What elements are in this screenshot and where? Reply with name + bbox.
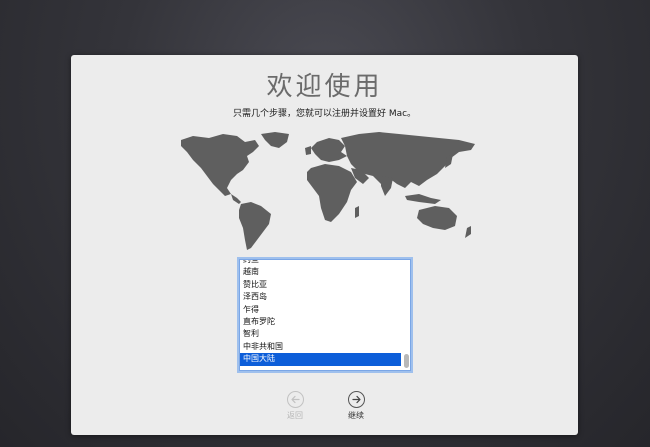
country-list-item-selected[interactable]: 中国大陆 (240, 353, 401, 366)
country-list-item[interactable]: 泽西岛 (240, 291, 401, 303)
country-list-item[interactable]: 直布罗陀 (240, 316, 401, 328)
page-subtitle: 只需几个步骤，您就可以注册并设置好 Mac。 (232, 109, 417, 119)
back-circle (286, 391, 304, 408)
arrow-left-icon (290, 395, 300, 404)
list-scrollbar[interactable] (404, 262, 409, 368)
setup-assistant-panel: 欢迎使用 只需几个步骤，您就可以注册并设置好 Mac。 约旦 越南 赞比亚 泽西… (71, 55, 578, 435)
country-list-item[interactable]: 越南 (240, 266, 401, 278)
back-label: 返回 (287, 411, 303, 420)
country-list-item[interactable]: 赞比亚 (240, 279, 401, 291)
country-list[interactable]: 约旦 越南 赞比亚 泽西岛 乍得 直布罗陀 智利 中非共和国 中国大陆 (239, 259, 411, 371)
country-list-item[interactable]: 约旦 (240, 260, 401, 266)
arrow-right-icon (351, 395, 361, 404)
continue-button[interactable]: 继续 (336, 391, 376, 421)
continue-label: 继续 (348, 411, 364, 420)
country-list-item[interactable]: 智利 (240, 328, 401, 340)
continue-circle (347, 391, 365, 408)
country-list-items: 约旦 越南 赞比亚 泽西岛 乍得 直布罗陀 智利 中非共和国 中国大陆 (240, 260, 401, 366)
page-title: 欢迎使用 (266, 72, 383, 102)
world-map-image (181, 132, 475, 250)
list-scroll-thumb[interactable] (404, 354, 409, 368)
back-button[interactable]: 返回 (275, 391, 315, 421)
country-list-item[interactable]: 乍得 (240, 304, 401, 316)
country-list-item[interactable]: 中非共和国 (240, 341, 401, 353)
